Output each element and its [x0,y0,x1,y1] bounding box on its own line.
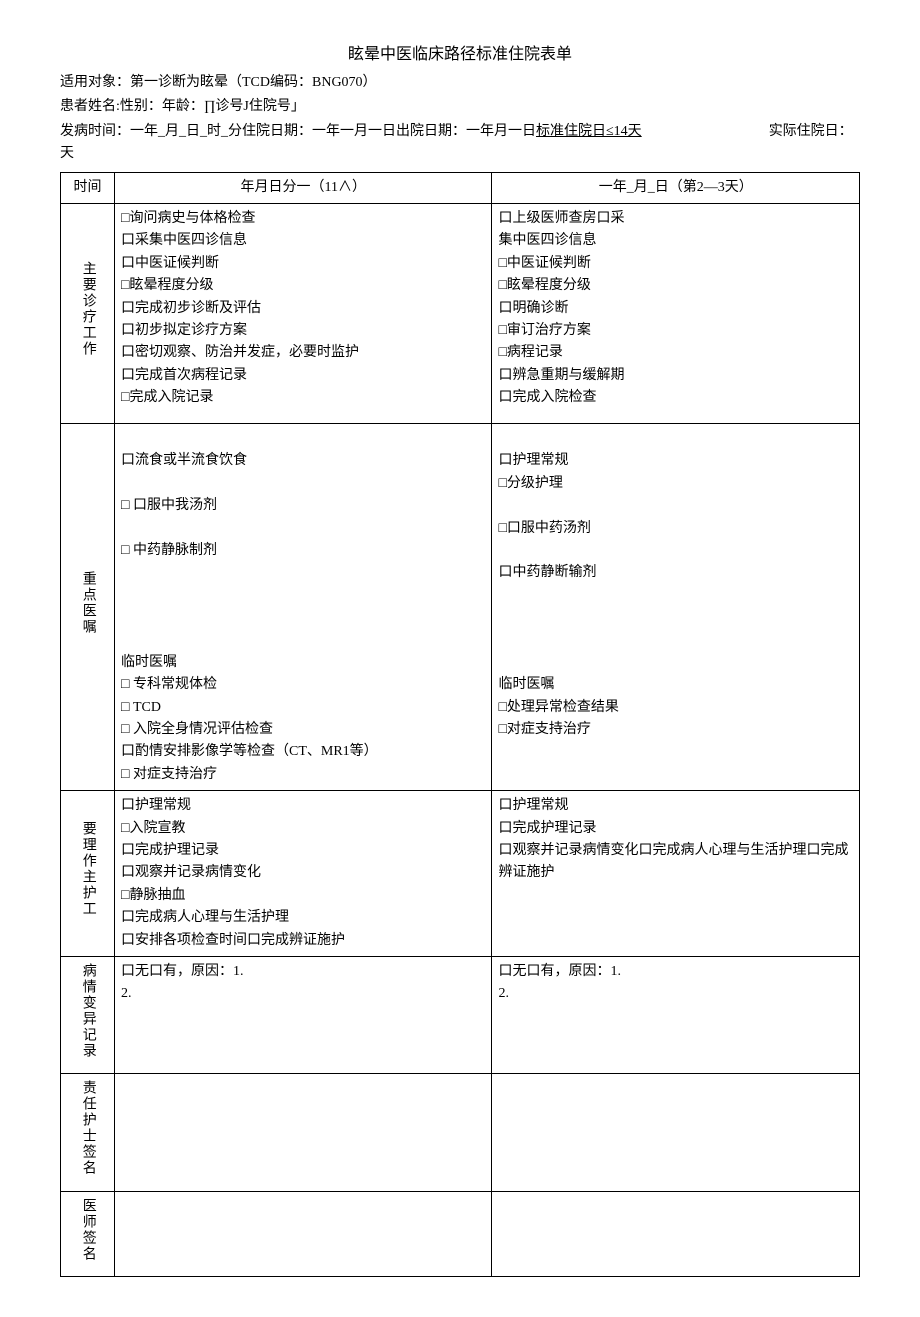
row-doctor-sign: 医师签名 [61,1191,860,1276]
std-stay-label: 标准住院日≤14天 [536,124,642,139]
row-variance-col2: 口无口有，原因：1. 2. [492,956,860,1073]
header-line-2: 患者姓名:性别：年龄：∏诊号J住院号」 [60,96,860,118]
col2-header: 一年_月_日（第2—3天） [492,172,860,203]
row-main-work-label: 主要诊疗工作 [61,203,115,423]
row-main-work: 主要诊疗工作 □询问病史与体格检查 口采集中医四诊信息 口中医证候判断 □眩晕程… [61,203,860,423]
row-doctor-sign-label: 医师签名 [61,1191,115,1276]
header-line-3: 发病时间：一年_月_日_时_分住院日期：一年一月一日出院日期：一年月一日标准住院… [60,121,860,166]
row-nursing: 要理作主护工 口护理常规 □入院宣教 口完成护理记录 口观察并记录病情变化 □静… [61,791,860,957]
col-time-label: 时间 [61,172,115,203]
page-title: 眩晕中医临床路径标准住院表单 [60,40,860,64]
row-orders-label: 重点医嘱 [61,423,115,790]
row-nurse-sign: 责任护士签名 [61,1074,860,1191]
row-nurse-sign-col2[interactable] [492,1074,860,1191]
row-nursing-col1: 口护理常规 □入院宣教 口完成护理记录 口观察并记录病情变化 □静脉抽血 口完成… [115,791,492,957]
col1-header: 年月日分一（11∧） [115,172,492,203]
header-line-1: 适用对象：第一诊断为眩晕（TCD编码：BNG070） [60,72,860,94]
pathway-table: 时间 年月日分一（11∧） 一年_月_日（第2—3天） 主要诊疗工作 □询问病史… [60,172,860,1278]
row-orders: 重点医嘱 口流食或半流食饮食 □ 口服中我汤剂 □ 中药静脉制剂 临时医嘱 □ … [61,423,860,790]
row-variance-label: 病情变异记录 [61,956,115,1073]
row-doctor-sign-col1[interactable] [115,1191,492,1276]
row-nurse-sign-col1[interactable] [115,1074,492,1191]
row-doctor-sign-col2[interactable] [492,1191,860,1276]
row-main-work-col1: □询问病史与体格检查 口采集中医四诊信息 口中医证候判断 □眩晕程度分级 口完成… [115,203,492,423]
row-nursing-label: 要理作主护工 [61,791,115,957]
row-orders-col1: 口流食或半流食饮食 □ 口服中我汤剂 □ 中药静脉制剂 临时医嘱 □ 专科常规体… [115,423,492,790]
table-header-row: 时间 年月日分一（11∧） 一年_月_日（第2—3天） [61,172,860,203]
row-nursing-col2: 口护理常规 口完成护理记录 口观察并记录病情变化口完成病人心理与生活护理口完成辨… [492,791,860,957]
row-variance: 病情变异记录 口无口有，原因：1. 2. 口无口有，原因：1. 2. [61,956,860,1073]
onset-admit-discharge: 发病时间：一年_月_日_时_分住院日期：一年一月一日出院日期：一年月一日 [60,124,536,139]
row-nurse-sign-label: 责任护士签名 [61,1074,115,1191]
row-orders-col2: 口护理常规 □分级护理 □口服中药汤剂 口中药静断输剂 临时医嘱 □处理异常检查… [492,423,860,790]
row-main-work-col2: 口上级医师查房口采 集中医四诊信息 □中医证候判断 □眩晕程度分级 口明确诊断 … [492,203,860,423]
row-variance-col1: 口无口有，原因：1. 2. [115,956,492,1073]
